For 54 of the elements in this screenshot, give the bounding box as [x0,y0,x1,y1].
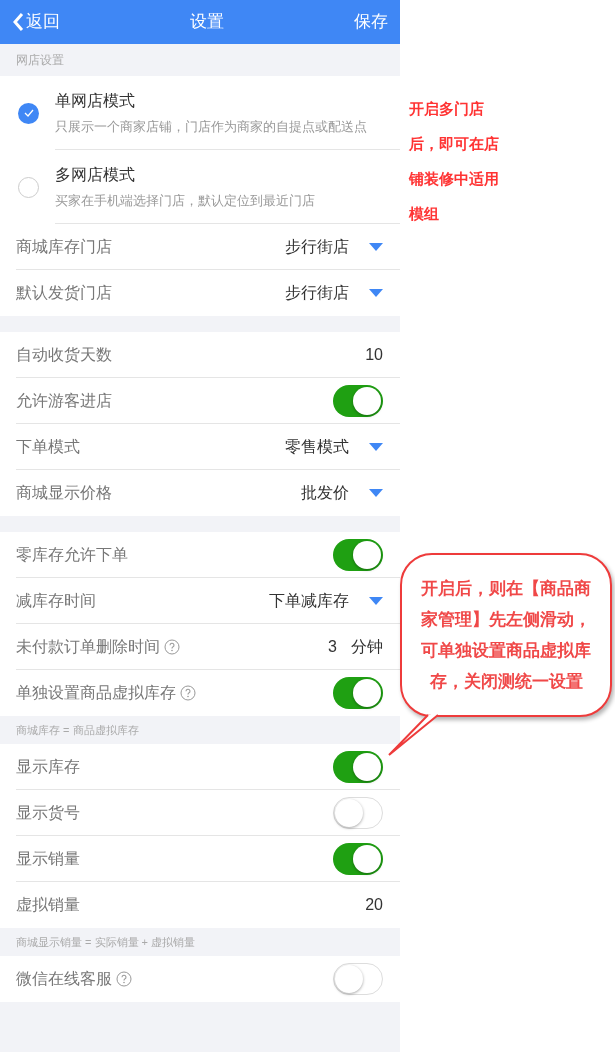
dropdown-caret-icon [369,596,383,605]
setting-label: 显示货号 [16,802,80,823]
dropdown-caret-icon [369,489,383,497]
option-title: 单网店模式 [55,91,136,111]
radio-button[interactable] [18,176,39,198]
setting-label: 虚拟销量 [16,895,80,915]
toggle-switch[interactable] [333,963,383,995]
help-icon[interactable] [180,685,196,701]
option-description: 买家在手机端选择门店，默认定位到最近门店 [55,192,316,210]
setting-label: 商城显示价格 [16,483,112,503]
page-title: 设置 [189,11,225,34]
setting-label: 显示库存 [16,756,80,777]
save-button[interactable]: 保存 [354,9,388,35]
speech-bubble: 开启后，则在【商品商家管理】先左侧滑动，可单独设置商品虚拟库存，关闭测统一设置 [400,553,612,717]
dropdown-caret-icon [369,442,383,451]
toggle-switch[interactable] [333,796,383,829]
setting-value[interactable]: 20 [365,893,383,917]
unit-label: 分钟 [351,636,383,657]
radio-button[interactable] [18,102,39,124]
setting-label: 默认发货门店 [16,283,112,303]
setting-label: 未付款订单删除时间 [16,636,160,657]
dropdown-value[interactable]: 步行街店 [285,234,349,259]
dropdown-value[interactable]: 下单减库存 [269,588,349,613]
setting-label: 减库存时间 [16,590,96,611]
setting-value[interactable]: 3 [328,634,337,659]
section-note: 商城库存 = 商品虚拟库存 [15,722,140,738]
dropdown-caret-icon [369,242,383,251]
setting-label: 微信在线客服 [16,969,112,989]
setting-label: 显示销量 [16,848,80,869]
dropdown-caret-icon [369,289,383,297]
toggle-switch[interactable] [333,538,383,571]
checkmark-icon [23,109,34,117]
help-icon[interactable] [116,971,132,987]
setting-label: 下单模式 [16,436,80,457]
setting-value[interactable]: 10 [365,342,383,367]
setting-label: 商城库存门店 [16,236,112,257]
setting-label: 允许游客进店 [16,390,112,411]
setting-label: 零库存允许下单 [16,544,128,565]
setting-label: 单独设置商品虚拟库存 [16,683,176,703]
section-note: 商城显示销量 = 实际销量 + 虚拟销量 [15,934,197,950]
section-header: 网店设置 [15,52,65,69]
chevron-left-icon [12,12,24,32]
toggle-switch[interactable] [333,750,383,783]
help-icon[interactable] [164,638,180,655]
setting-label: 自动收货天数 [16,344,112,365]
dropdown-value[interactable]: 零售模式 [285,434,349,459]
toggle-switch[interactable] [333,842,383,875]
annotation-text: 开启多门店后，即可在店铺装修中适用模组 [409,99,500,224]
option-title: 多网店模式 [55,165,136,185]
dropdown-value[interactable]: 步行街店 [285,281,349,305]
toggle-switch[interactable] [333,384,383,417]
back-button[interactable]: 返回 [12,9,60,35]
dropdown-value[interactable]: 批发价 [301,481,349,505]
toggle-switch[interactable] [333,677,383,709]
